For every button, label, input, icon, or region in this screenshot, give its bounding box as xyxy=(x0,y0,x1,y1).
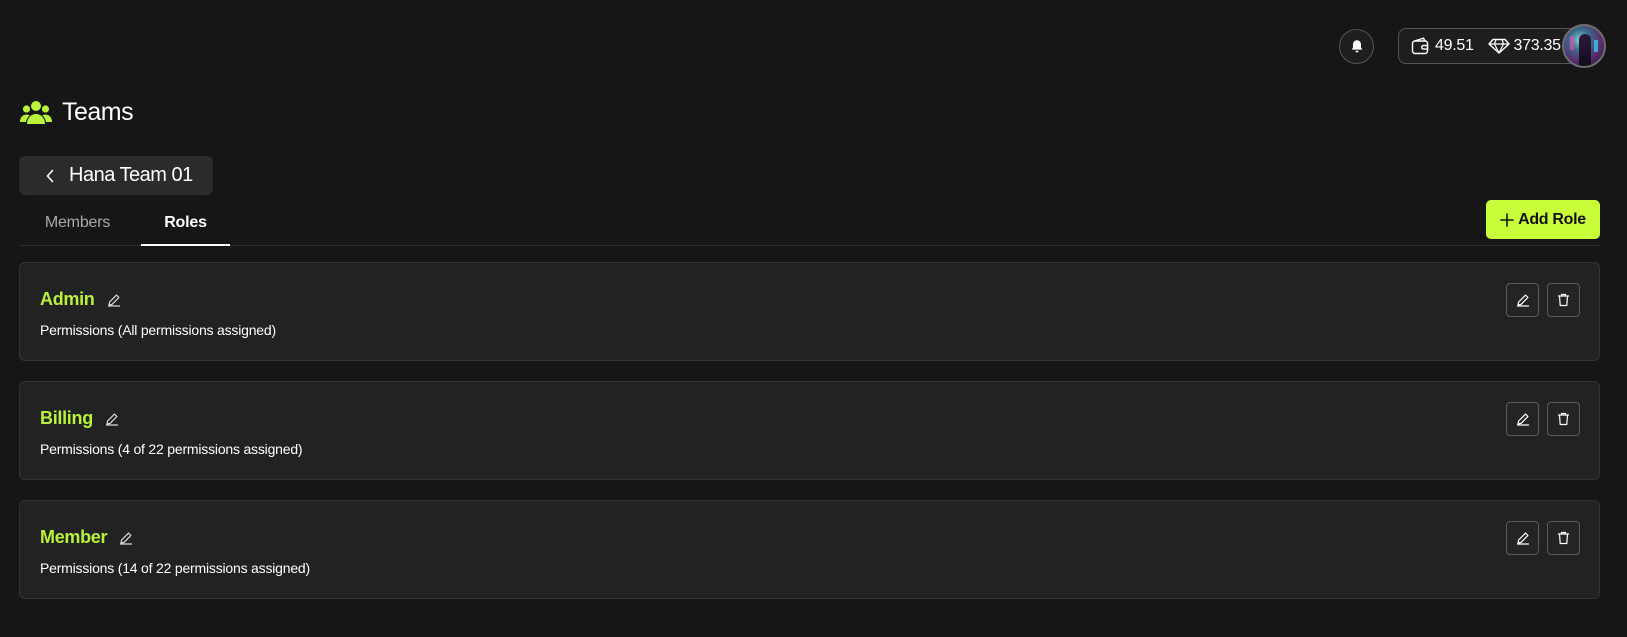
delete-role-button[interactable] xyxy=(1547,402,1580,436)
plus-icon xyxy=(1500,212,1514,227)
role-card-admin: Admin Permissions (All permissions assig… xyxy=(19,262,1600,361)
role-card-billing: Billing Permissions (4 of 22 permissions… xyxy=(19,381,1600,480)
delete-role-button[interactable] xyxy=(1547,283,1580,317)
back-to-teams-button[interactable]: Hana Team 01 xyxy=(19,156,213,195)
edit-role-button[interactable] xyxy=(1506,283,1539,317)
role-card-member: Member Permissions (14 of 22 permissions… xyxy=(19,500,1600,599)
wallet-icon xyxy=(1411,37,1431,55)
edit-role-button[interactable] xyxy=(1506,521,1539,555)
pencil-icon[interactable] xyxy=(107,293,121,307)
teams-page: 49.51 373.35 Teams Hana Team 01 Members … xyxy=(0,0,1627,637)
pencil-icon xyxy=(1516,293,1530,307)
role-name: Billing xyxy=(40,408,93,428)
pencil-icon xyxy=(1516,412,1530,426)
role-permissions: Permissions (14 of 22 permissions assign… xyxy=(40,560,310,576)
chevron-left-icon xyxy=(45,169,55,183)
pencil-icon[interactable] xyxy=(119,531,133,545)
pencil-icon[interactable] xyxy=(105,412,119,426)
add-role-label: Add Role xyxy=(1518,210,1586,228)
delete-role-button[interactable] xyxy=(1547,521,1580,555)
team-tabs: Members Roles xyxy=(19,200,1600,246)
role-permissions: Permissions (4 of 22 permissions assigne… xyxy=(40,441,303,457)
role-name: Admin xyxy=(40,289,95,309)
tab-roles[interactable]: Roles xyxy=(141,200,230,246)
balance-box[interactable]: 49.51 373.35 xyxy=(1398,28,1580,64)
team-name: Hana Team 01 xyxy=(69,164,193,186)
users-icon xyxy=(20,100,52,126)
page-title-text: Teams xyxy=(62,98,134,126)
bell-icon xyxy=(1350,39,1364,54)
wallet-balance: 49.51 xyxy=(1411,37,1474,55)
diamond-icon xyxy=(1487,38,1510,54)
notifications-button[interactable] xyxy=(1339,29,1374,64)
add-role-button[interactable]: Add Role xyxy=(1486,200,1600,239)
pencil-icon xyxy=(1516,531,1530,545)
role-permissions: Permissions (All permissions assigned) xyxy=(40,322,276,338)
trash-icon xyxy=(1557,293,1570,307)
edit-role-button[interactable] xyxy=(1506,402,1539,436)
trash-icon xyxy=(1557,531,1570,545)
page-title: Teams xyxy=(20,98,134,127)
gems-balance: 373.35 xyxy=(1487,37,1561,55)
trash-icon xyxy=(1557,412,1570,426)
avatar[interactable] xyxy=(1562,24,1606,68)
role-name: Member xyxy=(40,527,108,547)
gems-balance-value: 373.35 xyxy=(1513,37,1561,54)
wallet-balance-value: 49.51 xyxy=(1435,37,1474,54)
tab-members[interactable]: Members xyxy=(19,200,136,245)
